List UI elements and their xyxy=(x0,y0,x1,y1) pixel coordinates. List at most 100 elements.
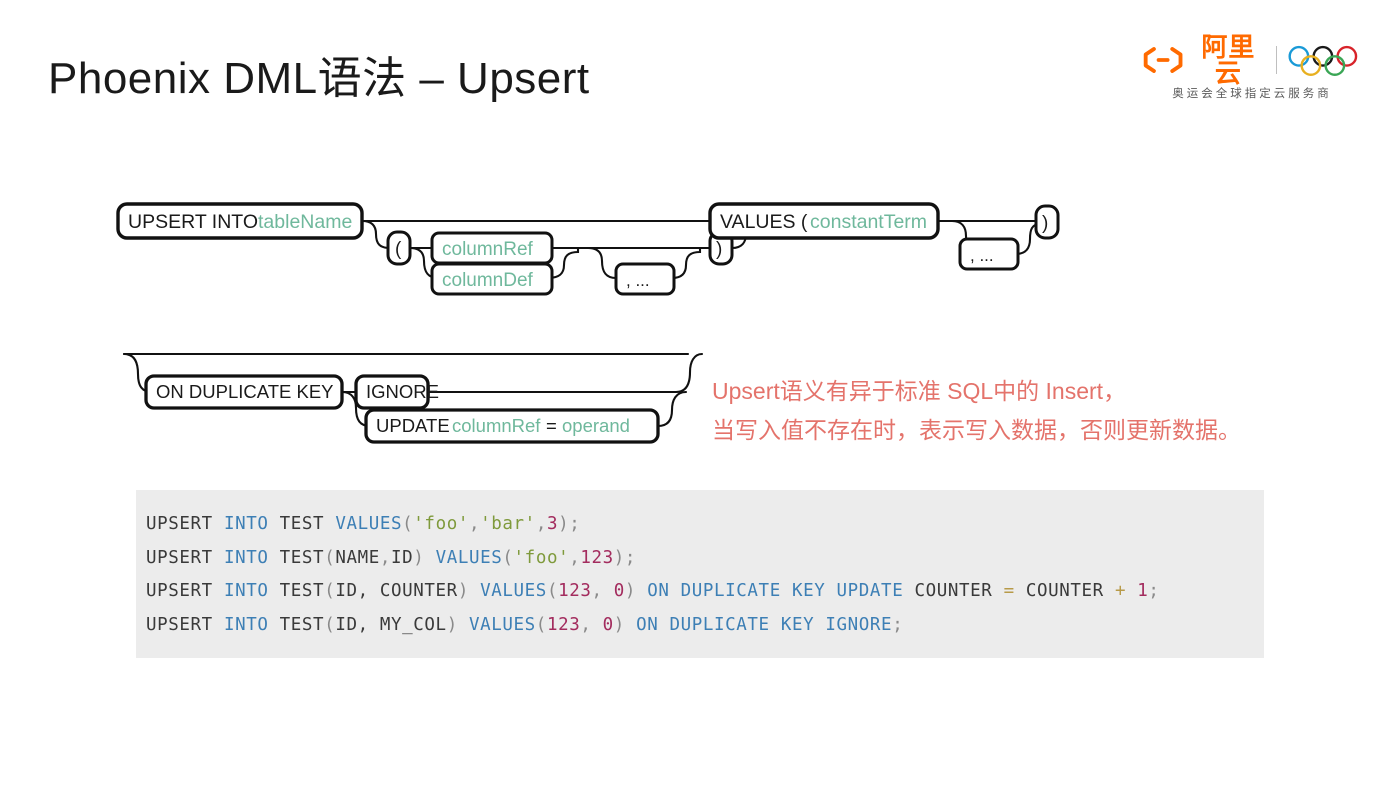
railroad-node-column-def: columnDef xyxy=(430,262,554,296)
code-token: ID, MY_COL xyxy=(335,614,447,635)
olympic-rings-icon xyxy=(1288,45,1358,76)
code-token: ( xyxy=(502,547,514,568)
railroad-label-values-open: VALUES ( xyxy=(720,211,808,233)
railroad-node-column-ref: columnRef xyxy=(430,231,554,265)
code-token: 123 xyxy=(580,547,614,568)
railroad-label-values-close: ) xyxy=(1042,213,1048,234)
railroad-label-upsert-into: UPSERT INTO xyxy=(128,211,258,233)
code-token: TEST xyxy=(279,514,336,534)
code-token: 'foo' xyxy=(413,514,469,534)
annotation-line-1: Upsert语义有异于标准 SQL中的 Insert， xyxy=(712,378,1127,404)
code-token: UPSERT xyxy=(146,614,224,635)
code-sample-block: UPSERT INTO TEST VALUES('foo','bar',3); U… xyxy=(136,490,1264,658)
code-token: ( xyxy=(324,547,336,568)
code-token: ID xyxy=(391,547,414,568)
railroad-label-paren-open: ( xyxy=(395,239,402,260)
code-token: ) xyxy=(613,614,637,635)
logo-tagline: 奥运会全球指定云服务商 xyxy=(1172,88,1332,100)
logo-divider xyxy=(1275,46,1277,74)
code-token: ( xyxy=(324,614,336,635)
code-token: , xyxy=(591,581,614,601)
annotation-line-2: 当写入值不存在时，表示写入数据，否则更新数据。 xyxy=(712,417,1241,443)
railroad-label-table-name: tableName xyxy=(258,211,352,233)
code-token: TEST xyxy=(279,547,325,568)
railroad-label-column-ref: columnRef xyxy=(442,239,534,260)
railroad-label-comma-loop: , ... xyxy=(626,271,650,290)
railroad-node-ignore: IGNORE xyxy=(354,374,439,410)
code-token: 1 xyxy=(1137,581,1149,601)
code-token: COUNTER xyxy=(1025,581,1115,601)
code-line: UPSERT INTO TEST VALUES('foo','bar',3); xyxy=(146,508,1264,542)
code-token: 0 xyxy=(602,614,614,635)
railroad-node-comma-loop: , ... xyxy=(614,262,676,296)
brand-name-cn: 阿里云 xyxy=(1201,32,1256,88)
code-token: 'bar' xyxy=(480,514,536,534)
code-token: COUNTER xyxy=(914,581,1004,601)
code-token: ( xyxy=(402,514,414,534)
code-token: , xyxy=(468,514,481,534)
railroad-label-column-def: columnDef xyxy=(442,270,534,291)
code-token: ); xyxy=(558,514,581,534)
code-line: UPSERT INTO TEST(ID, COUNTER) VALUES(123… xyxy=(146,575,1264,609)
code-token: ID, COUNTER xyxy=(335,581,458,601)
code-token: ( xyxy=(546,581,559,601)
code-token: , xyxy=(379,547,392,568)
code-token: ON DUPLICATE KEY IGNORE xyxy=(636,614,893,635)
code-token: ); xyxy=(613,547,637,568)
alibaba-cloud-logo-icon: 阿里云 xyxy=(1142,34,1266,86)
code-token: INTO xyxy=(223,514,280,534)
railroad-label-on-duplicate-key: ON DUPLICATE KEY xyxy=(156,381,334,402)
code-token: , xyxy=(580,614,603,635)
code-token: VALUES xyxy=(468,614,536,635)
code-token: 'foo' xyxy=(513,547,570,568)
aliyun-bracket-icon xyxy=(1143,47,1183,73)
code-token: ( xyxy=(535,614,547,635)
railroad-label-paren-close: ) xyxy=(716,239,722,260)
code-token: ( xyxy=(324,581,336,601)
code-token: INTO xyxy=(223,581,280,601)
railroad-node-values: VALUES ( constantTerm xyxy=(708,202,940,240)
code-token: ) xyxy=(413,547,436,568)
code-token: ) xyxy=(446,614,469,635)
code-token: TEST xyxy=(279,614,325,635)
railroad-on-duplicate-svg: ON DUPLICATE KEY IGNORE UPDATE columnRef… xyxy=(122,352,704,444)
railroad-upsert-svg: UPSERT INTO tableName ( columnRef column… xyxy=(116,202,1060,296)
page-title: Phoenix DML语法 – Upsert xyxy=(48,54,590,103)
railroad-node-paren-open: ( xyxy=(386,230,412,266)
railroad-label-update-column-ref: columnRef xyxy=(452,415,541,436)
railroad-node-on-duplicate-key: ON DUPLICATE KEY xyxy=(144,374,344,410)
railroad-node-values-comma-loop: , ... xyxy=(958,237,1020,271)
railroad-node-update: UPDATE columnRef = operand xyxy=(364,408,660,444)
code-token: 0 xyxy=(613,581,625,601)
code-token: , xyxy=(535,514,547,534)
railroad-label-update-keyword: UPDATE xyxy=(376,415,450,436)
code-token: 123 xyxy=(546,614,581,635)
code-token: TEST xyxy=(279,581,325,601)
railroad-label-update-equals: = xyxy=(546,415,557,436)
annotation-note: Upsert语义有异于标准 SQL中的 Insert， 当写入值不存在时，表示写… xyxy=(712,372,1241,450)
railroad-diagram-on-duplicate-key: ON DUPLICATE KEY IGNORE UPDATE columnRef… xyxy=(110,340,710,455)
code-token: 123 xyxy=(558,581,592,601)
code-token: INTO xyxy=(223,547,280,568)
code-token: 3 xyxy=(546,514,559,534)
railroad-label-values-comma-loop: , ... xyxy=(970,246,994,265)
code-token: + xyxy=(1114,581,1138,601)
railroad-diagram-upsert: UPSERT INTO tableName ( columnRef column… xyxy=(110,190,1070,315)
code-token: VALUES xyxy=(435,547,503,568)
railroad-label-update-operand: operand xyxy=(562,415,630,436)
brand-logo: 阿里云 奥运会全球指定云服务商 xyxy=(1142,34,1362,101)
code-token: ; xyxy=(1148,581,1160,601)
railroad-label-constant-term: constantTerm xyxy=(810,211,927,233)
code-token: ON DUPLICATE KEY UPDATE xyxy=(647,581,915,601)
railroad-node-values-close: ) xyxy=(1034,204,1060,240)
code-line: UPSERT INTO TEST(ID, MY_COL) VALUES(123,… xyxy=(146,609,1264,643)
code-token: , xyxy=(569,547,581,568)
code-token: = xyxy=(1003,581,1026,601)
code-token: UPSERT xyxy=(146,581,224,601)
code-token: VALUES xyxy=(480,581,547,601)
code-token: UPSERT xyxy=(146,514,224,534)
code-token: INTO xyxy=(223,614,280,635)
code-token: VALUES xyxy=(335,514,403,534)
railroad-node-upsert-into: UPSERT INTO tableName xyxy=(116,202,364,240)
code-token: ) xyxy=(624,581,648,601)
